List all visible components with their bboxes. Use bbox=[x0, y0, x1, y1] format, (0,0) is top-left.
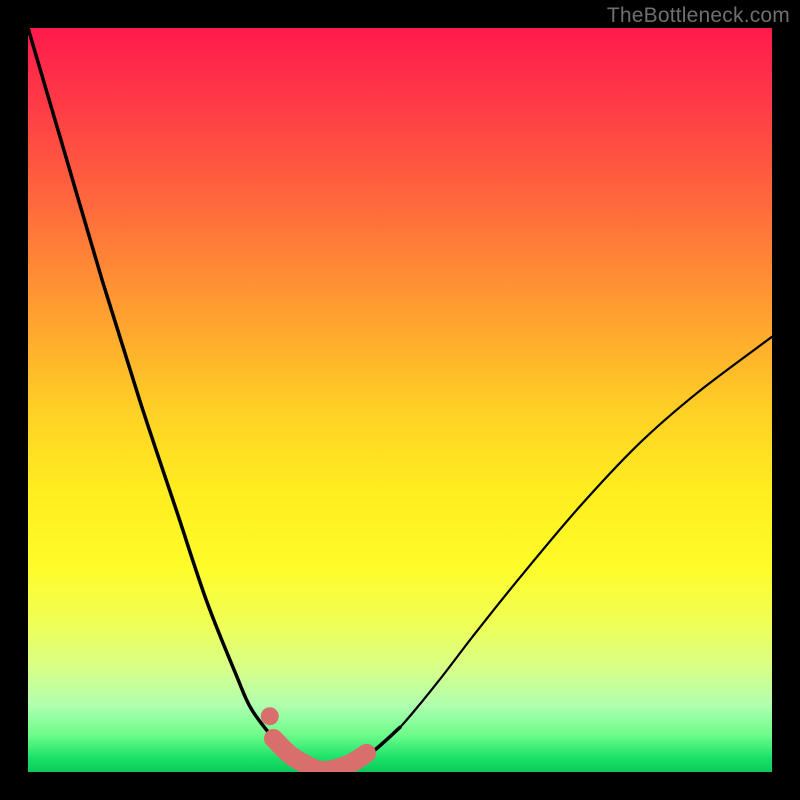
watermark-text: TheBottleneck.com bbox=[607, 4, 790, 28]
chart-frame bbox=[28, 28, 772, 772]
bottleneck-curve-svg bbox=[28, 28, 772, 772]
highlight-dot bbox=[261, 707, 279, 725]
highlight-band bbox=[274, 739, 367, 771]
bottleneck-curve bbox=[28, 28, 400, 771]
bottleneck-curve-thin bbox=[400, 337, 772, 728]
